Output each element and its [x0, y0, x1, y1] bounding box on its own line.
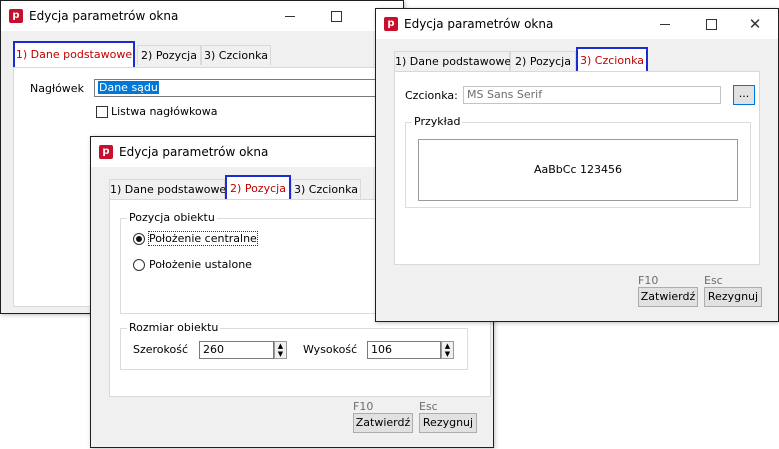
- title-bar[interactable]: p Edycja parametrów okna: [1, 1, 403, 31]
- cancel-button[interactable]: Rezygnuj: [704, 287, 762, 307]
- spin-down-icon[interactable]: ▼: [275, 350, 286, 358]
- font-input: MS Sans Serif: [463, 86, 721, 104]
- header-input-value: Dane sądu: [98, 81, 159, 94]
- maximize-icon[interactable]: [313, 1, 359, 31]
- header-input[interactable]: Dane sądu: [94, 79, 406, 97]
- width-input[interactable]: 260: [199, 341, 274, 359]
- window-czcionka: p Edycja parametrów okna ✕ 1) Dane podst…: [375, 8, 779, 322]
- f10-shortcut: F10: [353, 400, 374, 413]
- app-logo-icon: p: [384, 17, 398, 31]
- spin-up-icon[interactable]: ▲: [275, 342, 286, 350]
- listwa-checkbox[interactable]: [96, 106, 108, 118]
- app-logo-icon: p: [99, 145, 113, 159]
- confirm-button[interactable]: Zatwierdź: [638, 287, 698, 307]
- esc-shortcut: Esc: [419, 400, 438, 413]
- f10-shortcut: F10: [638, 274, 659, 287]
- font-label: Czcionka:: [405, 89, 458, 102]
- cancel-button[interactable]: Rezygnuj: [419, 413, 477, 433]
- maximize-icon[interactable]: [688, 9, 734, 39]
- height-label: Wysokość: [303, 343, 358, 356]
- spin-up-icon[interactable]: ▲: [442, 342, 453, 350]
- app-logo-icon: p: [9, 9, 23, 23]
- minimize-icon[interactable]: [267, 1, 313, 31]
- size-group-title: Rozmiar obiektu: [127, 321, 221, 334]
- width-stepper[interactable]: ▲ ▼: [274, 341, 287, 359]
- browse-font-button[interactable]: ...: [733, 85, 755, 105]
- radio-fixed[interactable]: [133, 259, 145, 271]
- minimize-icon[interactable]: [642, 9, 688, 39]
- position-group: Pozycja obiektu Położenie centralne Poło…: [120, 211, 386, 314]
- window-title: Edycja parametrów okna: [119, 145, 269, 159]
- tab-panel: Czcionka: MS Sans Serif ... Przykład AaB…: [394, 71, 760, 265]
- confirm-button[interactable]: Zatwierdź: [353, 413, 413, 433]
- position-group-title: Pozycja obiektu: [127, 211, 217, 224]
- preview-box: AaBbCc 123456: [418, 139, 738, 201]
- tab-dane-podstawowe[interactable]: 1) Dane podstawowe: [394, 51, 511, 71]
- tab-czcionka[interactable]: 3) Czcionka: [291, 179, 361, 199]
- title-bar[interactable]: p Edycja parametrów okna ✕: [376, 9, 778, 39]
- window-title: Edycja parametrów okna: [29, 9, 179, 23]
- radio-center-label: Położenie centralne: [148, 231, 258, 246]
- width-label: Szerokość: [133, 343, 189, 356]
- radio-fixed-label: Położenie ustalone: [149, 258, 252, 271]
- tab-dane-podstawowe[interactable]: 1) Dane podstawowe: [109, 179, 226, 199]
- tab-pozycja[interactable]: 2) Pozycja: [137, 45, 201, 65]
- tab-czcionka[interactable]: 3) Czcionka: [201, 45, 271, 65]
- height-input[interactable]: 106: [367, 341, 441, 359]
- close-icon[interactable]: ✕: [732, 9, 778, 39]
- radio-center[interactable]: [133, 233, 145, 245]
- listwa-checkbox-label: Listwa nagłówkowa: [111, 105, 218, 118]
- preview-group-title: Przykład: [412, 115, 463, 128]
- spin-down-icon[interactable]: ▼: [442, 350, 453, 358]
- header-label: Nagłówek: [30, 82, 84, 95]
- tab-pozycja[interactable]: 2) Pozycja: [510, 51, 576, 71]
- height-stepper[interactable]: ▲ ▼: [441, 341, 454, 359]
- window-title: Edycja parametrów okna: [404, 17, 554, 31]
- esc-shortcut: Esc: [704, 274, 723, 287]
- preview-group: Przykład AaBbCc 123456: [405, 115, 751, 208]
- preview-text: AaBbCc 123456: [533, 163, 622, 176]
- size-group: Rozmiar obiektu Szerokość 260 ▲ ▼ Wysoko…: [120, 321, 468, 370]
- tab-dane-podstawowe[interactable]: 1) Dane podstawowe: [13, 41, 135, 69]
